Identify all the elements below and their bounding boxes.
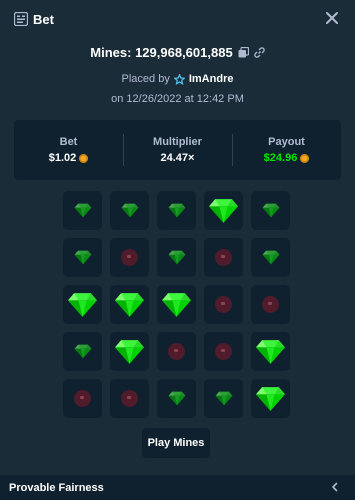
gem-icon xyxy=(168,203,185,218)
bet-amount: $1.02 xyxy=(48,152,77,164)
play-mines-button[interactable]: Play Mines xyxy=(142,428,210,458)
mine-tile xyxy=(63,285,102,324)
gem-icon xyxy=(215,391,232,406)
mine-tile xyxy=(204,238,243,277)
bet-id: Mines: 129,968,601,885 xyxy=(90,44,233,60)
gem-icon xyxy=(256,339,285,364)
mine-tile xyxy=(63,379,102,418)
coin-icon xyxy=(300,153,310,163)
gem-icon xyxy=(115,339,144,364)
mine-icon xyxy=(74,390,91,407)
gem-icon xyxy=(168,391,185,406)
mine-tile xyxy=(63,332,102,371)
payout-amount: $24.96 xyxy=(263,152,298,164)
gem-icon xyxy=(74,250,91,265)
stat-label: Bet xyxy=(59,136,78,148)
modal-header: Bet xyxy=(0,0,355,40)
gem-icon xyxy=(115,292,144,317)
mine-tile xyxy=(63,191,102,230)
modal-title: Bet xyxy=(33,12,54,27)
mine-tile xyxy=(157,238,196,277)
gem-icon xyxy=(209,198,238,223)
stat-payout: Payout $24.96 xyxy=(232,120,341,180)
gem-icon xyxy=(68,292,97,317)
mine-tile xyxy=(110,238,149,277)
mines-grid xyxy=(63,191,290,418)
mine-tile xyxy=(251,285,290,324)
gem-icon xyxy=(74,203,91,218)
mine-tile xyxy=(63,238,102,277)
gem-icon xyxy=(162,292,191,317)
copy-icon[interactable] xyxy=(238,46,249,58)
mine-tile xyxy=(251,191,290,230)
gem-icon xyxy=(262,250,279,265)
gem-icon xyxy=(121,203,138,218)
mine-icon xyxy=(121,390,138,407)
mine-tile xyxy=(157,332,196,371)
mine-tile xyxy=(204,285,243,324)
coin-icon xyxy=(79,153,89,163)
stat-value: $1.02 xyxy=(49,152,89,164)
mine-tile xyxy=(251,379,290,418)
link-icon[interactable] xyxy=(253,46,265,58)
mine-icon xyxy=(121,249,138,266)
gem-icon xyxy=(168,250,185,265)
mine-tile xyxy=(157,285,196,324)
mine-icon xyxy=(215,343,232,360)
mine-tile xyxy=(157,379,196,418)
placed-by-row: Placed by ImAndre xyxy=(0,71,355,87)
gem-icon xyxy=(256,386,285,411)
multiplier-value: 24.47× xyxy=(160,152,195,164)
stat-label: Payout xyxy=(268,136,305,148)
mine-tile xyxy=(204,191,243,230)
mine-icon xyxy=(262,296,279,313)
gem-icon xyxy=(262,203,279,218)
mine-tile xyxy=(110,285,149,324)
provable-fairness-label[interactable]: Provable Fairness xyxy=(9,482,104,494)
close-icon[interactable] xyxy=(325,11,339,25)
stat-label: Multiplier xyxy=(153,136,202,148)
mine-tile xyxy=(251,238,290,277)
username[interactable]: ImAndre xyxy=(189,73,234,85)
chevron-left-icon[interactable] xyxy=(330,482,340,492)
vip-star-icon xyxy=(173,73,185,85)
stat-bet: Bet $1.02 xyxy=(14,120,123,180)
mine-tile xyxy=(251,332,290,371)
mine-tile xyxy=(110,379,149,418)
mine-tile xyxy=(110,191,149,230)
bet-id-row: Mines: 129,968,601,885 xyxy=(0,43,355,61)
mine-icon xyxy=(215,296,232,313)
mine-tile xyxy=(204,332,243,371)
mine-icon xyxy=(168,343,185,360)
mine-tile xyxy=(204,379,243,418)
stat-value: $24.96 xyxy=(264,152,310,164)
bet-date: on 12/26/2022 at 12:42 PM xyxy=(111,93,244,105)
bet-slip-icon xyxy=(14,12,28,26)
mine-icon xyxy=(215,249,232,266)
bet-stats-card: Bet $1.02 Multiplier 24.47× Payout $24.9… xyxy=(14,120,341,180)
mine-tile xyxy=(157,191,196,230)
stat-multiplier: Multiplier 24.47× xyxy=(123,120,232,180)
placed-by-prefix: Placed by xyxy=(121,73,170,85)
gem-icon xyxy=(74,344,91,359)
footer-bar[interactable]: Provable Fairness xyxy=(0,475,355,500)
mine-tile xyxy=(110,332,149,371)
